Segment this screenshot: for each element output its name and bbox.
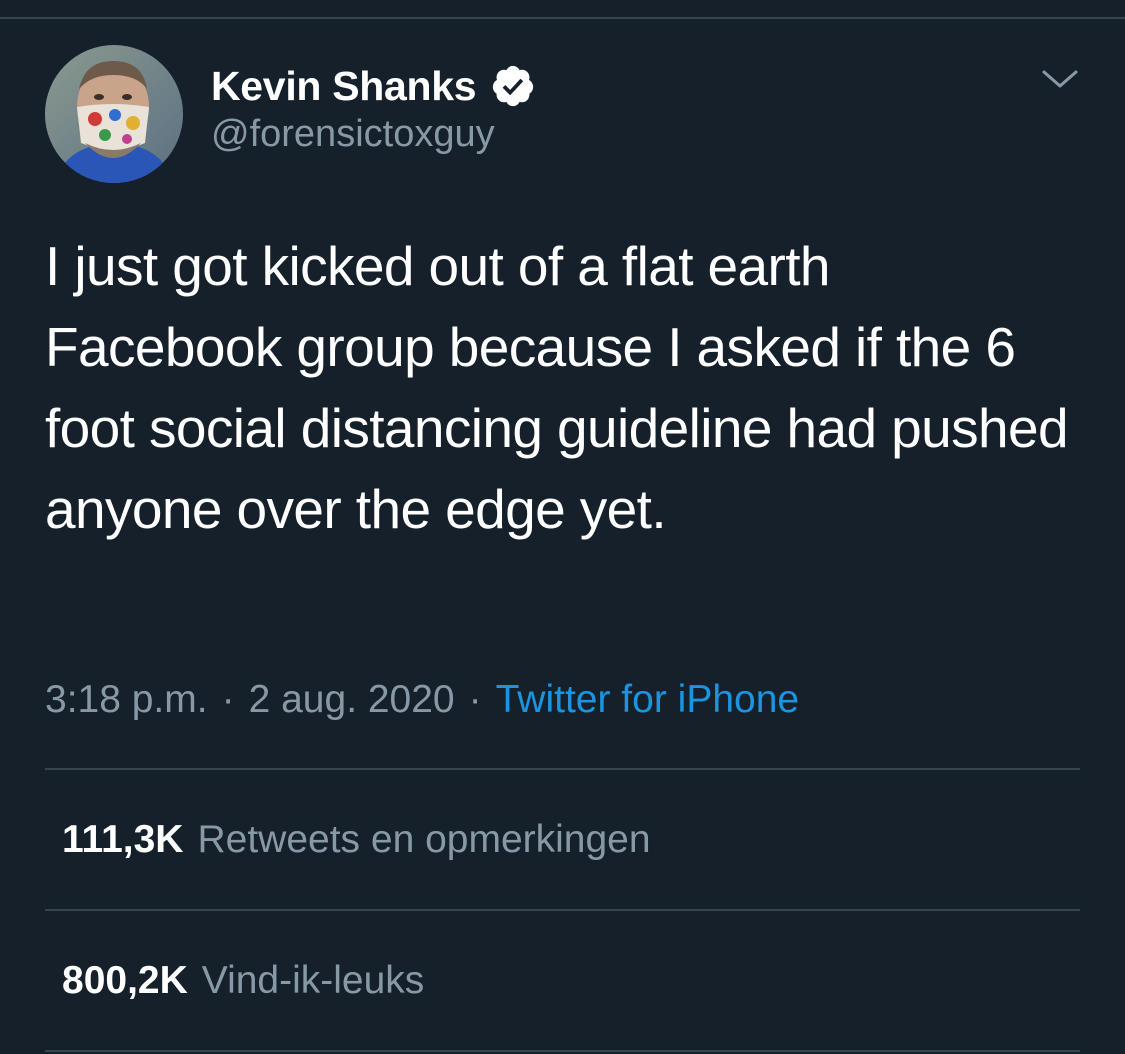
retweets-count: 111,3K [62,818,184,861]
likes-label: Vind-ik-leuks [201,959,425,1002]
verified-badge-icon [490,63,536,109]
divider [45,909,1080,911]
likes-stat[interactable]: 800,2K Vind-ik-leuks [62,951,424,1011]
divider [45,768,1080,770]
avatar[interactable] [45,45,183,183]
retweets-stat[interactable]: 111,3K Retweets en opmerkingen [62,810,651,870]
retweets-label: Retweets en opmerkingen [197,818,651,861]
tweet-text: I just got kicked out of a flat earth Fa… [45,235,1069,540]
tweet-meta: 3:18 p.m. · 2 aug. 2020 · Twitter for iP… [45,672,799,728]
tweet-source-link[interactable]: Twitter for iPhone [496,678,799,722]
likes-count: 800,2K [62,959,188,1002]
author-name-row[interactable]: Kevin Shanks [211,60,536,112]
tweet-time[interactable]: 3:18 p.m. [45,678,208,722]
tweet-date[interactable]: 2 aug. 2020 [249,678,455,722]
meta-separator: · [468,678,482,721]
meta-separator: · [221,678,235,721]
top-divider [0,17,1125,19]
author-handle[interactable]: @forensictoxguy [211,113,495,156]
chevron-down-icon[interactable] [1038,62,1082,96]
divider [45,1050,1080,1052]
author-display-name[interactable]: Kevin Shanks [211,63,477,110]
